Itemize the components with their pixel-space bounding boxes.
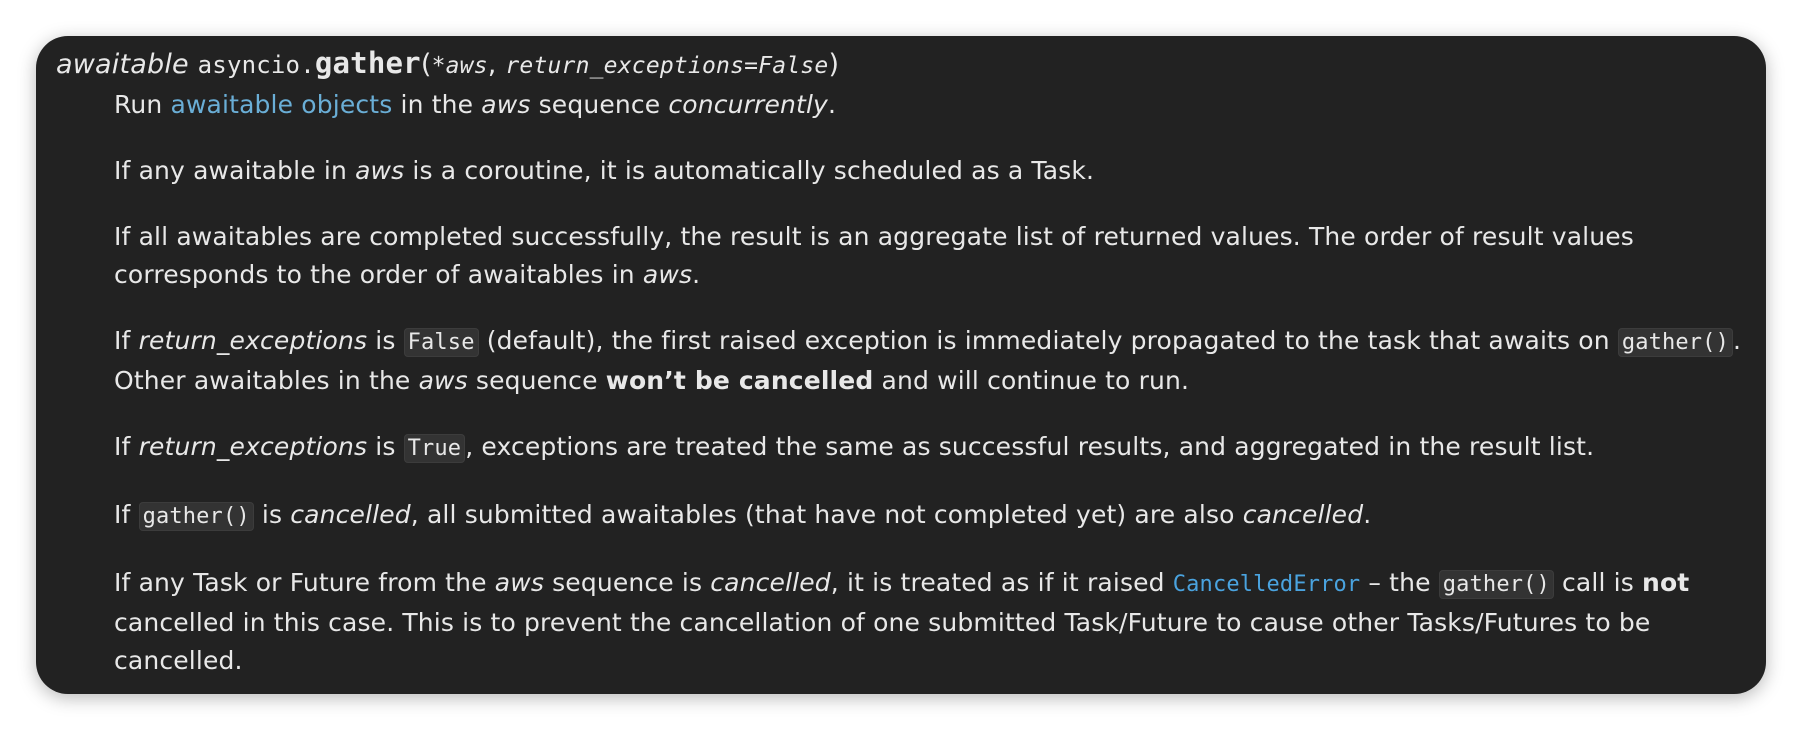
inline-code: gather() bbox=[138, 502, 254, 531]
bold-text: won’t be cancelled bbox=[605, 366, 874, 395]
text: is bbox=[367, 432, 404, 461]
text: is a coroutine, it is automatically sche… bbox=[404, 156, 1095, 185]
text: If all awaitables are completed successf… bbox=[114, 222, 1634, 289]
text: is bbox=[367, 326, 404, 355]
text: If bbox=[114, 432, 139, 461]
text: , exceptions are treated the same as suc… bbox=[465, 432, 1595, 461]
text: . bbox=[828, 90, 837, 119]
emphasis: return_exceptions bbox=[138, 326, 368, 355]
emphasis: cancelled bbox=[1242, 500, 1364, 529]
doc-body: Run awaitable objects in the aws sequenc… bbox=[114, 86, 1754, 708]
paragraph-7: If any Task or Future from the aws seque… bbox=[114, 564, 1754, 680]
text: , all submitted awaitables (that have no… bbox=[410, 500, 1243, 529]
emphasis: concurrently bbox=[668, 90, 828, 119]
emphasis: return_exceptions bbox=[138, 432, 368, 461]
paragraph-5: If return_exceptions is True, exceptions… bbox=[114, 428, 1754, 468]
text: If bbox=[114, 500, 139, 529]
text: . bbox=[1363, 500, 1372, 529]
text: – the bbox=[1360, 568, 1439, 597]
emphasis: cancelled bbox=[290, 500, 411, 529]
sig-open-paren: ( bbox=[420, 49, 432, 80]
text: sequence bbox=[530, 90, 669, 119]
inline-code: gather() bbox=[1617, 328, 1733, 357]
text: If any Task or Future from the bbox=[114, 568, 495, 597]
text: is bbox=[253, 500, 291, 529]
doc-card: awaitable asyncio.gather(*aws, return_ex… bbox=[36, 36, 1766, 694]
inline-code: gather() bbox=[1438, 570, 1554, 599]
sig-close-paren: ) bbox=[828, 49, 840, 80]
text: and will continue to run. bbox=[873, 366, 1190, 395]
bold-text: not bbox=[1642, 568, 1690, 597]
paragraph-3: If all awaitables are completed successf… bbox=[114, 218, 1754, 294]
text: . bbox=[692, 260, 701, 289]
text: sequence bbox=[467, 366, 606, 395]
text: Run bbox=[114, 90, 171, 119]
sig-module: asyncio. bbox=[197, 51, 315, 79]
text: sequence is bbox=[544, 568, 711, 597]
emphasis: cancelled bbox=[710, 568, 831, 597]
paragraph-2: If any awaitable in aws is a coroutine, … bbox=[114, 152, 1754, 190]
emphasis: aws bbox=[494, 568, 545, 597]
emphasis: aws bbox=[481, 90, 531, 119]
paragraph-1: Run awaitable objects in the aws sequenc… bbox=[114, 86, 1754, 124]
awaitable-objects-link[interactable]: awaitable objects bbox=[170, 90, 392, 119]
text: in the bbox=[392, 90, 482, 119]
sig-comma: , bbox=[487, 49, 506, 80]
inline-code: False bbox=[403, 328, 479, 357]
emphasis: aws bbox=[418, 366, 468, 395]
text: If bbox=[114, 326, 139, 355]
sig-prefix: awaitable bbox=[56, 49, 189, 80]
text: , it is treated as if it raised bbox=[830, 568, 1173, 597]
text: cancelled in this case. This is to preve… bbox=[114, 608, 1651, 675]
emphasis: aws bbox=[355, 156, 405, 185]
text: call is bbox=[1553, 568, 1643, 597]
inline-code: True bbox=[403, 434, 466, 463]
sig-function-name: gather bbox=[314, 46, 421, 80]
text: (default), the first raised exception is… bbox=[478, 326, 1618, 355]
sig-arg-return-exceptions: return_exceptions=False bbox=[505, 53, 829, 79]
sig-arg-aws: *aws bbox=[431, 53, 488, 79]
cancelled-error-link[interactable]: CancelledError bbox=[1173, 572, 1361, 597]
text: If any awaitable in bbox=[114, 156, 356, 185]
function-signature: awaitable asyncio.gather(*aws, return_ex… bbox=[56, 46, 839, 80]
emphasis: aws bbox=[642, 260, 693, 289]
paragraph-4: If return_exceptions is False (default),… bbox=[114, 322, 1754, 400]
paragraph-6: If gather() is cancelled, all submitted … bbox=[114, 496, 1754, 536]
